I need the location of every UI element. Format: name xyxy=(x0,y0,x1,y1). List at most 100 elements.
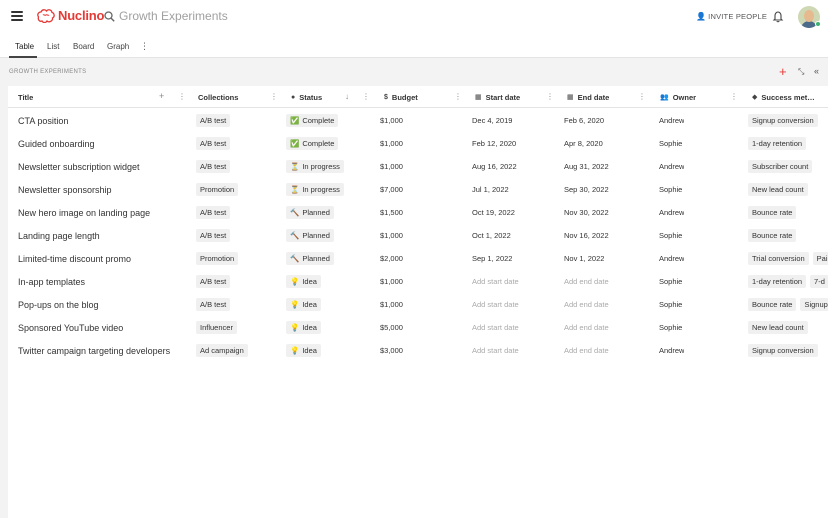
success-metrics-cell[interactable]: 1-day retention 7-d xyxy=(748,270,828,293)
add-column-icon[interactable]: + xyxy=(159,91,164,101)
collection-cell[interactable]: A/B test xyxy=(196,224,234,247)
budget-cell[interactable]: $1,000 xyxy=(380,224,403,247)
budget-cell[interactable]: $1,000 xyxy=(380,132,403,155)
collection-cell[interactable]: A/B test xyxy=(196,132,234,155)
row-title[interactable]: Limited-time discount promo xyxy=(18,247,193,270)
collection-cell[interactable]: A/B test xyxy=(196,109,234,132)
status-cell[interactable]: ✅ Complete xyxy=(286,109,342,132)
row-title[interactable]: Twitter campaign targeting developers xyxy=(18,339,193,362)
status-cell[interactable]: 🔨 Planned xyxy=(286,201,338,224)
plus-icon[interactable]: + xyxy=(779,64,787,79)
row-title[interactable]: New hero image on landing page xyxy=(18,201,193,224)
budget-cell[interactable]: $5,000 xyxy=(380,316,403,339)
end-date-cell[interactable]: Add end date xyxy=(564,293,609,316)
table-row[interactable]: Pop-ups on the blog A/B test 💡 Idea $1,000 Ad… xyxy=(8,293,828,316)
owner-cell[interactable]: Sophie xyxy=(659,316,682,339)
start-date-cell[interactable]: Aug 16, 2022 xyxy=(472,155,517,178)
search-bar[interactable] xyxy=(104,9,269,23)
status-cell[interactable]: 🔨 Planned xyxy=(286,224,338,247)
row-title[interactable]: Newsletter subscription widget xyxy=(18,155,193,178)
start-date-cell[interactable]: Add start date xyxy=(472,293,519,316)
tab-table[interactable]: Table xyxy=(15,42,34,51)
row-title[interactable]: Pop-ups on the blog xyxy=(18,293,193,316)
end-date-cell[interactable]: Add end date xyxy=(564,316,609,339)
double-chevron-left-icon[interactable]: « xyxy=(814,66,819,76)
table-row[interactable]: Newsletter sponsorship Promotion ⏳ In progr… xyxy=(8,178,828,201)
table-row[interactable]: New hero image on landing page A/B test 🔨 P… xyxy=(8,201,828,224)
start-date-cell[interactable]: Add start date xyxy=(472,270,519,293)
column-header-collections[interactable]: Collections xyxy=(198,86,238,108)
hamburger-icon[interactable] xyxy=(11,11,23,21)
budget-cell[interactable]: $1,000 xyxy=(380,293,403,316)
end-date-cell[interactable]: Nov 1, 2022 xyxy=(564,247,604,270)
budget-cell[interactable]: $1,000 xyxy=(380,270,403,293)
collection-cell[interactable]: Ad campaign xyxy=(196,339,252,362)
table-row[interactable]: In-app templates A/B test 💡 Idea $1,000 Add s… xyxy=(8,270,828,293)
budget-cell[interactable]: $1,500 xyxy=(380,201,403,224)
table-row[interactable]: CTA position A/B test ✅ Complete $1,000 Dec 4… xyxy=(8,109,828,132)
app-logo[interactable]: Nuclino xyxy=(37,8,104,23)
more-vertical-icon[interactable]: ⋮ xyxy=(140,41,149,52)
collection-cell[interactable]: A/B test xyxy=(196,201,234,224)
start-date-cell[interactable]: Feb 12, 2020 xyxy=(472,132,516,155)
table-row[interactable]: Limited-time discount promo Promotion 🔨 Pla… xyxy=(8,247,828,270)
end-date-cell[interactable]: Aug 31, 2022 xyxy=(564,155,609,178)
column-menu-icon[interactable]: ⋮ xyxy=(546,92,554,101)
row-title[interactable]: Guided onboarding xyxy=(18,132,193,155)
column-header-success-metrics[interactable]: ◆ Success met… xyxy=(752,86,828,108)
status-cell[interactable]: 🔨 Planned xyxy=(286,247,338,270)
column-header-status[interactable]: ● Status xyxy=(291,86,322,108)
owner-cell[interactable]: Andrew xyxy=(659,201,684,224)
status-cell[interactable]: 💡 Idea xyxy=(286,293,325,316)
column-menu-icon[interactable]: ⋮ xyxy=(178,92,186,101)
start-date-cell[interactable]: Add start date xyxy=(472,316,519,339)
success-metrics-cell[interactable]: Bounce rate Signup xyxy=(748,293,828,316)
owner-cell[interactable]: Andrew xyxy=(659,247,684,270)
start-date-cell[interactable]: Oct 1, 2022 xyxy=(472,224,511,247)
success-metrics-cell[interactable]: Signup conversion xyxy=(748,339,828,362)
success-metrics-cell[interactable]: Bounce rate xyxy=(748,201,828,224)
collection-cell[interactable]: A/B test xyxy=(196,155,234,178)
status-cell[interactable]: 💡 Idea xyxy=(286,316,325,339)
success-metrics-cell[interactable]: 1-day retention xyxy=(748,132,828,155)
collapse-icon[interactable]: ⤡ xyxy=(798,67,804,77)
column-header-start-date[interactable]: ▦ Start date xyxy=(475,86,520,108)
status-cell[interactable]: ⏳ In progress xyxy=(286,178,348,201)
budget-cell[interactable]: $2,000 xyxy=(380,247,403,270)
success-metrics-cell[interactable]: Trial conversion Pai xyxy=(748,247,828,270)
start-date-cell[interactable]: Add start date xyxy=(472,339,519,362)
table-row[interactable]: Newsletter subscription widget A/B test ⏳ I… xyxy=(8,155,828,178)
end-date-cell[interactable]: Nov 30, 2022 xyxy=(564,201,609,224)
column-header-budget[interactable]: $ Budget xyxy=(384,86,418,108)
end-date-cell[interactable]: Apr 8, 2020 xyxy=(564,132,603,155)
table-row[interactable]: Twitter campaign targeting developers Ad … xyxy=(8,339,828,362)
status-cell[interactable]: 💡 Idea xyxy=(286,339,325,362)
owner-cell[interactable]: Sophie xyxy=(659,178,682,201)
success-metrics-cell[interactable]: Subscriber count xyxy=(748,155,828,178)
sort-arrow-icon[interactable]: ↓ xyxy=(345,92,349,101)
column-menu-icon[interactable]: ⋮ xyxy=(270,92,278,101)
budget-cell[interactable]: $1,000 xyxy=(380,155,403,178)
search-input[interactable] xyxy=(119,9,269,23)
owner-cell[interactable]: Sophie xyxy=(659,132,682,155)
table-row[interactable]: Landing page length A/B test 🔨 Planned $1,00… xyxy=(8,224,828,247)
table-row[interactable]: Sponsored YouTube video Influencer 💡 Idea $5… xyxy=(8,316,828,339)
row-title[interactable]: In-app templates xyxy=(18,270,193,293)
row-title[interactable]: Newsletter sponsorship xyxy=(18,178,193,201)
invite-people-button[interactable]: 👤 INVITE PEOPLE xyxy=(696,12,767,21)
owner-cell[interactable]: Sophie xyxy=(659,224,682,247)
collection-cell[interactable]: Promotion xyxy=(196,178,242,201)
start-date-cell[interactable]: Jul 1, 2022 xyxy=(472,178,509,201)
column-header-owner[interactable]: 👥 Owner xyxy=(660,86,696,108)
owner-cell[interactable]: Andrew xyxy=(659,339,684,362)
budget-cell[interactable]: $1,000 xyxy=(380,109,403,132)
budget-cell[interactable]: $3,000 xyxy=(380,339,403,362)
column-menu-icon[interactable]: ⋮ xyxy=(638,92,646,101)
end-date-cell[interactable]: Nov 16, 2022 xyxy=(564,224,609,247)
owner-cell[interactable]: Sophie xyxy=(659,293,682,316)
column-menu-icon[interactable]: ⋮ xyxy=(454,92,462,101)
bell-icon[interactable] xyxy=(772,10,784,23)
tab-list[interactable]: List xyxy=(47,42,59,51)
column-menu-icon[interactable]: ⋮ xyxy=(362,92,370,101)
start-date-cell[interactable]: Sep 1, 2022 xyxy=(472,247,512,270)
